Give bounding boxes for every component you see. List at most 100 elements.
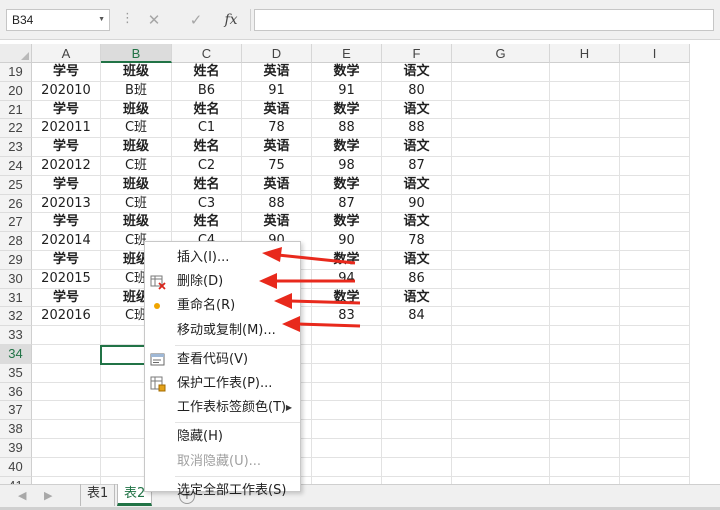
grid-cell[interactable]: C3	[172, 194, 242, 214]
grid-cell[interactable]	[452, 382, 550, 402]
grid-cell[interactable]: 数学	[312, 100, 382, 120]
grid-cell[interactable]	[452, 119, 550, 139]
grid-cell[interactable]: 班级	[101, 213, 172, 233]
grid-cell[interactable]	[32, 382, 101, 402]
grid-cell[interactable]: 语文	[382, 138, 452, 157]
grid-cell[interactable]	[550, 269, 620, 289]
grid-cell[interactable]: 学号	[32, 138, 101, 157]
menu-item[interactable]: 选定全部工作表(S)	[145, 479, 300, 503]
grid-cell[interactable]	[382, 344, 452, 364]
grid-cell[interactable]: 202011	[32, 119, 101, 139]
grid-cell[interactable]	[452, 363, 550, 383]
row-header[interactable]: 29	[0, 250, 32, 270]
grid-cell[interactable]: C班	[101, 119, 172, 139]
grid-cell[interactable]	[550, 232, 620, 251]
menu-item[interactable]: 工作表标签颜色(T) ▶	[145, 396, 300, 420]
grid-cell[interactable]: 90	[312, 232, 382, 251]
grid-cell[interactable]: 91	[312, 81, 382, 101]
row-header[interactable]: 21	[0, 100, 32, 120]
grid-cell[interactable]	[620, 438, 690, 458]
grid-cell[interactable]: 88	[382, 119, 452, 139]
grid-cell[interactable]: 语文	[382, 175, 452, 195]
grid-cell[interactable]: 学号	[32, 213, 101, 233]
grid-cell[interactable]	[620, 194, 690, 214]
grid-cell[interactable]: 语文	[382, 213, 452, 233]
grid-cell[interactable]: 91	[242, 81, 312, 101]
column-header-i[interactable]: I	[620, 44, 690, 63]
grid-cell[interactable]	[620, 363, 690, 383]
grid-cell[interactable]: 语文	[382, 63, 452, 82]
grid-cell[interactable]: 姓名	[172, 63, 242, 82]
grid-cell[interactable]	[312, 457, 382, 477]
grid-cell[interactable]: 83	[312, 307, 382, 327]
grid-cell[interactable]	[550, 326, 620, 345]
row-header[interactable]: 31	[0, 288, 32, 308]
grid-cell[interactable]	[382, 382, 452, 402]
insert-function-icon[interactable]: fx	[220, 10, 242, 30]
grid-cell[interactable]	[32, 438, 101, 458]
grid-cell[interactable]: C班	[101, 156, 172, 176]
grid-cell[interactable]: B6	[172, 81, 242, 101]
grid-cell[interactable]: 80	[382, 81, 452, 101]
name-box[interactable]: B34 ▼	[6, 9, 110, 31]
grid-cell[interactable]	[620, 232, 690, 251]
column-header-b[interactable]: B	[101, 44, 172, 63]
grid-cell[interactable]	[452, 420, 550, 439]
grid-cell[interactable]	[550, 250, 620, 270]
grid-cell[interactable]	[550, 213, 620, 233]
grid-cell[interactable]: 数学	[312, 250, 382, 270]
menu-item[interactable]: 重命名(R)	[145, 294, 300, 318]
grid-cell[interactable]	[550, 194, 620, 214]
row-header[interactable]: 25	[0, 175, 32, 195]
grid-cell[interactable]	[382, 326, 452, 345]
grid-cell[interactable]: 75	[242, 156, 312, 176]
grid-cell[interactable]: 90	[382, 194, 452, 214]
grid-cell[interactable]	[550, 401, 620, 421]
grid-cell[interactable]: 学号	[32, 288, 101, 308]
column-header-c[interactable]: C	[172, 44, 242, 63]
grid-cell[interactable]: 英语	[242, 63, 312, 82]
grid-cell[interactable]	[452, 269, 550, 289]
grid-cell[interactable]	[550, 119, 620, 139]
grid-cell[interactable]: 姓名	[172, 213, 242, 233]
grid-cell[interactable]	[620, 63, 690, 82]
grid-cell[interactable]	[452, 81, 550, 101]
column-header-g[interactable]: G	[452, 44, 550, 63]
grid-cell[interactable]	[620, 100, 690, 120]
row-header[interactable]: 35	[0, 363, 32, 383]
grid-cell[interactable]	[620, 307, 690, 327]
grid-cell[interactable]	[550, 438, 620, 458]
grid-cell[interactable]	[452, 194, 550, 214]
grid-cell[interactable]	[620, 457, 690, 477]
row-header[interactable]: 22	[0, 119, 32, 139]
cancel-icon[interactable]: ✕	[143, 10, 165, 30]
row-header[interactable]: 27	[0, 213, 32, 233]
grid-cell[interactable]	[32, 457, 101, 477]
row-header[interactable]: 30	[0, 269, 32, 289]
grid-cell[interactable]	[452, 326, 550, 345]
grid-cell[interactable]	[452, 175, 550, 195]
grid-cell[interactable]	[312, 326, 382, 345]
grid-cell[interactable]: 英语	[242, 138, 312, 157]
column-header-d[interactable]: D	[242, 44, 312, 63]
grid-cell[interactable]	[620, 288, 690, 308]
row-header[interactable]: 23	[0, 138, 32, 157]
grid-cell[interactable]	[550, 138, 620, 157]
grid-cell[interactable]	[452, 438, 550, 458]
grid-cell[interactable]: 87	[312, 194, 382, 214]
grid-cell[interactable]	[550, 344, 620, 364]
grid-cell[interactable]: 202016	[32, 307, 101, 327]
grid-cell[interactable]: 语文	[382, 100, 452, 120]
grid-cell[interactable]	[312, 401, 382, 421]
grid-cell[interactable]	[32, 326, 101, 345]
grid-cell[interactable]	[382, 401, 452, 421]
grid-cell[interactable]: 英语	[242, 213, 312, 233]
grid-cell[interactable]	[620, 119, 690, 139]
grid-cell[interactable]	[382, 420, 452, 439]
row-header[interactable]: 39	[0, 438, 32, 458]
row-header[interactable]: 24	[0, 156, 32, 176]
grid-cell[interactable]: C1	[172, 119, 242, 139]
grid-cell[interactable]	[452, 213, 550, 233]
grid-cell[interactable]: 学号	[32, 63, 101, 82]
grid-cell[interactable]: C班	[101, 194, 172, 214]
